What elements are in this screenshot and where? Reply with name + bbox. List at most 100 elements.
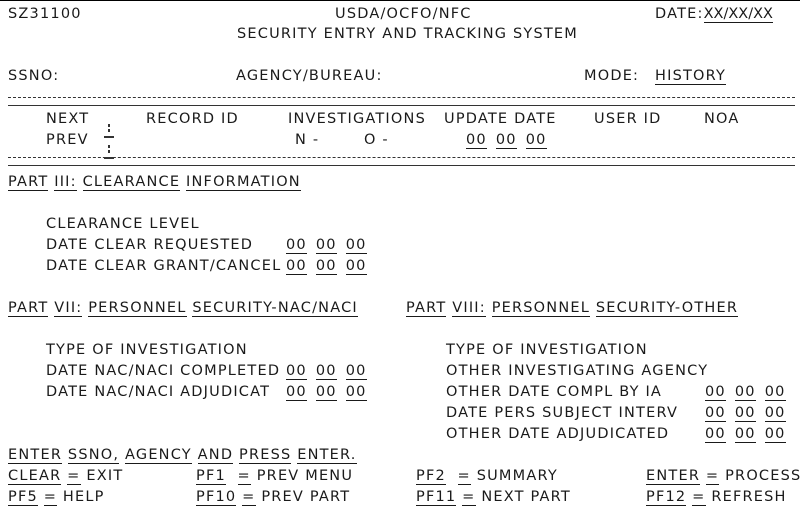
date-mm[interactable]: 00	[705, 427, 726, 443]
equals-sign: =	[242, 489, 256, 506]
fkey-clear[interactable]: CLEAR = EXIT	[8, 468, 123, 485]
agency-bureau-input[interactable]	[375, 68, 565, 84]
fkey-name[interactable]: PF2	[416, 469, 446, 485]
date-dd[interactable]: 00	[315, 259, 337, 275]
col-noa: NOA	[704, 111, 740, 127]
fkey-name[interactable]: CLEAR	[8, 469, 62, 485]
fkey-enter[interactable]: ENTER = PROCESS	[646, 468, 800, 485]
message-word: AND	[197, 447, 234, 464]
date-mm[interactable]: 00	[705, 406, 726, 422]
part7-word: PERSONNEL	[88, 300, 187, 317]
date-yy[interactable]: 00	[345, 364, 367, 380]
prev-label: PREV	[46, 132, 89, 148]
date-dd[interactable]: 00	[315, 385, 337, 401]
fkey-pf2[interactable]: PF2 = SUMMARY	[416, 468, 558, 485]
date-yy[interactable]: 00	[764, 385, 786, 401]
nac-adjudicat-label: DATE NAC/NACI ADJUDICAT	[46, 384, 271, 400]
divider-solid	[8, 165, 795, 166]
date-yy[interactable]: 00	[345, 385, 367, 401]
part3-word: III:	[54, 174, 77, 191]
date-mm[interactable]: 00	[286, 259, 307, 275]
investigations-n: N -	[295, 132, 320, 148]
part7-heading: PART VII: PERSONNEL SECURITY-NAC/NACI	[8, 300, 358, 317]
update-date-field: 00 00 00	[466, 132, 556, 149]
part7-word: SECURITY-NAC/NACI	[192, 300, 358, 317]
part8-word: PERSONNEL	[491, 300, 591, 317]
date-dd[interactable]: 00	[315, 364, 337, 380]
fkey-action: SUMMARY	[476, 468, 558, 484]
part8-word: PART	[406, 300, 447, 317]
date-value: XX/XX/XX	[703, 6, 773, 23]
subject-interv-date-field[interactable]: 00 00 00	[705, 405, 795, 422]
fkey-name[interactable]: PF1	[196, 469, 226, 485]
status-message: ENTER SSNO, AGENCY AND PRESS ENTER.	[8, 447, 357, 464]
agency-bureau-label: AGENCY/BUREAU:	[236, 68, 383, 84]
message-word: ENTER	[8, 447, 63, 464]
message-word: ENTER.	[297, 447, 357, 464]
message-word: SSNO,	[67, 447, 120, 464]
fkey-pf10[interactable]: PF10 = PREV PART	[196, 489, 350, 506]
part8-heading: PART VIII: PERSONNEL SECURITY-OTHER	[406, 300, 739, 317]
date-clear-requested-label: DATE CLEAR REQUESTED	[46, 237, 254, 253]
divider-solid	[8, 105, 795, 106]
next-label: NEXT	[46, 111, 90, 127]
equals-sign: =	[692, 489, 706, 506]
nac-completed-label: DATE NAC/NACI COMPLETED	[46, 363, 281, 379]
date-clear-requested-field[interactable]: 00 00 00	[286, 237, 376, 254]
other-adjud-date-field[interactable]: 00 00 00	[705, 426, 795, 443]
part8-type-label: TYPE OF INVESTIGATION	[446, 342, 648, 358]
other-compl-date-field[interactable]: 00 00 00	[705, 384, 795, 401]
nac-adjudicat-date-field[interactable]: 00 00 00	[286, 384, 376, 401]
date-dd[interactable]: 00	[315, 238, 337, 254]
nac-completed-date-field[interactable]: 00 00 00	[286, 363, 376, 380]
date-mm[interactable]: 00	[286, 364, 307, 380]
date-dd[interactable]: 00	[734, 385, 756, 401]
mode-value[interactable]: HISTORY	[655, 69, 727, 85]
part7-word: PART	[8, 300, 49, 317]
fkey-pf12[interactable]: PF12 = REFRESH	[646, 489, 787, 506]
equals-sign: =	[43, 489, 58, 506]
date-clear-grant-label: DATE CLEAR GRANT/CANCEL	[46, 258, 282, 274]
fkey-action: EXIT	[86, 468, 124, 484]
date-yy[interactable]: 00	[345, 238, 367, 254]
date-mm[interactable]: 00	[286, 238, 307, 254]
part3-word: CLEARANCE	[82, 174, 181, 191]
other-compl-label: OTHER DATE COMPL BY IA	[446, 384, 663, 400]
date-mm[interactable]: 00	[705, 385, 726, 401]
part7-word: VII:	[54, 300, 83, 317]
fkey-name[interactable]: PF11	[416, 490, 457, 506]
part8-word: SECURITY-OTHER	[595, 300, 739, 317]
fkey-name[interactable]: PF5	[8, 490, 38, 506]
date-mm[interactable]: 00	[286, 385, 307, 401]
ssno-input[interactable]	[60, 68, 220, 84]
clearance-level-label: CLEARANCE LEVEL	[46, 216, 200, 232]
date-yy[interactable]: 00	[764, 427, 786, 443]
equals-sign: =	[457, 468, 471, 485]
equals-sign: =	[705, 468, 720, 485]
fkey-pf1[interactable]: PF1 = PREV MENU	[196, 468, 353, 485]
date-yy[interactable]: 00	[345, 259, 367, 275]
date-display: DATE:XX/XX/XX	[655, 6, 773, 23]
date-clear-grant-field[interactable]: 00 00 00	[286, 258, 376, 275]
fkey-pf5[interactable]: PF5 = HELP	[8, 489, 105, 506]
ssno-label: SSNO:	[8, 68, 60, 84]
equals-sign: =	[237, 468, 251, 485]
date-label: DATE:	[655, 6, 704, 22]
fkey-name[interactable]: ENTER	[646, 469, 701, 485]
equals-sign: =	[67, 468, 81, 485]
fkey-action: PROCESS	[725, 468, 800, 484]
col-update-date: UPDATE DATE	[444, 111, 557, 127]
message-word: AGENCY	[125, 447, 192, 464]
date-yy[interactable]: 00	[764, 406, 786, 422]
fkey-name[interactable]: PF12	[646, 490, 687, 506]
part7-type-label: TYPE OF INVESTIGATION	[46, 342, 248, 358]
update-date-mm: 00	[466, 132, 487, 149]
fkey-action: HELP	[62, 489, 105, 505]
fkey-name[interactable]: PF10	[196, 490, 237, 506]
page-title: SECURITY ENTRY AND TRACKING SYSTEM	[237, 26, 579, 42]
date-dd[interactable]: 00	[734, 427, 756, 443]
part8-word: VIII:	[452, 300, 486, 317]
date-dd[interactable]: 00	[734, 406, 756, 422]
fkey-pf11[interactable]: PF11 = NEXT PART	[416, 489, 571, 506]
equals-sign: =	[462, 489, 476, 506]
